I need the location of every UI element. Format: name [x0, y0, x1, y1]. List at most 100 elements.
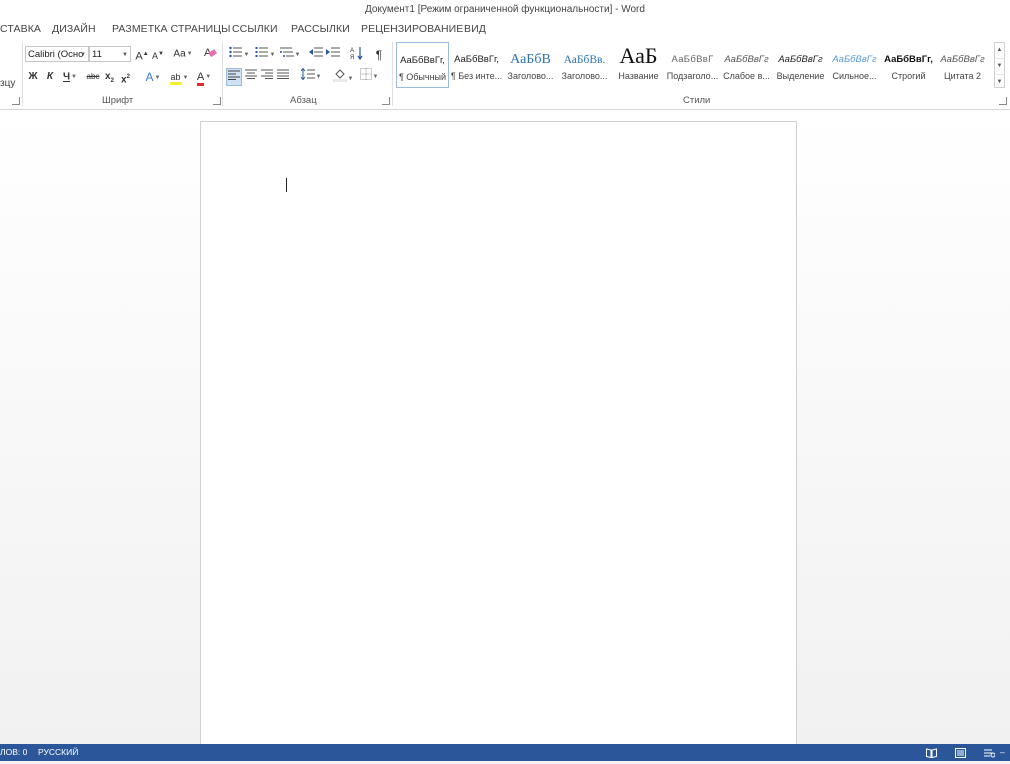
underline-button[interactable]: Ч▼ — [60, 68, 80, 86]
align-center-icon — [245, 69, 257, 79]
title-bar: Документ1 [Режим ограниченной функционал… — [0, 0, 1010, 20]
shading-button[interactable]: ▼ — [331, 68, 355, 86]
numbering-icon — [255, 47, 268, 57]
align-right-button[interactable] — [260, 68, 274, 86]
scroll-up-icon[interactable]: ▲ — [995, 43, 1004, 59]
bullets-icon — [228, 46, 242, 58]
multilevel-list-button[interactable]: ▼ — [279, 46, 301, 64]
style-strong[interactable]: АаБбВвГг, Строгий — [882, 42, 935, 88]
style-name: Заголово... — [507, 71, 554, 81]
tab-mailings[interactable]: РАССЫЛКИ — [291, 20, 350, 38]
style-sample: АаБбВв. — [563, 54, 606, 66]
line-spacing-button[interactable]: ▼ — [300, 67, 322, 86]
chevron-down-icon: ▼ — [315, 74, 322, 81]
paint-bucket-icon — [332, 69, 347, 83]
subscript-button[interactable]: x2 — [103, 68, 116, 86]
justify-button[interactable] — [276, 68, 290, 86]
separator — [222, 42, 223, 106]
scroll-down-icon[interactable]: ▼ — [995, 59, 1004, 75]
style-heading-2[interactable]: АаБбВв. Заголово... — [558, 42, 611, 88]
styles-dialog-launcher[interactable] — [999, 97, 1007, 105]
style-name: ¶ Обычный — [398, 72, 447, 82]
superscript-mark: 2 — [126, 74, 130, 80]
style-name: Слабое в... — [723, 71, 770, 81]
print-layout-icon[interactable] — [955, 747, 966, 758]
web-layout-icon[interactable] — [984, 747, 996, 758]
chevron-down-icon: ▼ — [269, 52, 276, 59]
increase-indent-icon — [326, 47, 340, 57]
align-center-button[interactable] — [244, 68, 258, 86]
document-page[interactable] — [200, 121, 797, 746]
style-subtitle[interactable]: АаБбВвГ Подзаголо... — [666, 42, 719, 88]
separator — [392, 42, 393, 106]
sort-icon: A Я — [350, 47, 363, 61]
style-normal[interactable]: АаБбВвГг, ¶ Обычный — [396, 42, 449, 88]
style-sample: АаБбВвГг, — [884, 54, 933, 65]
read-mode-icon[interactable] — [926, 747, 937, 759]
style-sample: АаБбВ — [510, 52, 551, 67]
style-no-spacing[interactable]: АаБбВвГг, ¶ Без инте... — [450, 42, 503, 88]
language-indicator[interactable]: РУССКИЙ — [38, 744, 78, 761]
style-title[interactable]: АаБ Название — [612, 42, 665, 88]
chevron-down-icon: ▼ — [122, 52, 128, 58]
underline-label: Ч — [63, 71, 71, 83]
line-spacing-icon — [300, 67, 315, 81]
strikethrough-button[interactable]: abc — [85, 68, 101, 86]
chevron-down-icon: ▼ — [186, 51, 193, 57]
shrink-font-button[interactable]: A▼ — [151, 45, 165, 63]
chevron-down-icon: ▼ — [372, 74, 379, 81]
align-left-button[interactable] — [226, 68, 242, 86]
font-dialog-launcher[interactable] — [213, 97, 221, 105]
tab-design[interactable]: ДИЗАЙН — [52, 20, 96, 38]
text-cursor — [286, 178, 287, 192]
style-intense-emphasis[interactable]: АаБбВвГг Сильное... — [828, 42, 881, 88]
ribbon-tabs: СТАВКА ДИЗАЙН РАЗМЕТКА СТРАНИЦЫ ССЫЛКИ Р… — [0, 20, 1010, 38]
text-effects-button[interactable]: A▼ — [142, 68, 164, 86]
show-formatting-marks-button[interactable]: ¶ — [372, 46, 386, 64]
style-name: Заголово... — [561, 71, 608, 81]
increase-indent-button[interactable] — [326, 46, 340, 64]
superscript-button[interactable]: x2 — [119, 68, 132, 86]
bullets-button[interactable]: ▼ — [228, 46, 250, 64]
chevron-down-icon: ▼ — [347, 76, 354, 83]
tab-view[interactable]: ВИД — [464, 20, 486, 38]
tab-insert[interactable]: СТАВКА — [0, 20, 41, 38]
font-name-combo[interactable]: Calibri (Осно ▼ — [25, 46, 89, 62]
font-color-button[interactable]: A▼ — [193, 68, 215, 86]
italic-button[interactable]: К — [44, 68, 56, 86]
word-count[interactable]: ЛОВ: 0 — [0, 744, 27, 761]
decrease-indent-button[interactable] — [309, 46, 323, 64]
format-painter-label[interactable]: зцу — [0, 78, 15, 89]
bold-button[interactable]: Ж — [27, 68, 39, 86]
style-sample: АаБбВвГг, — [400, 55, 445, 66]
more-styles-icon[interactable]: ▼ — [995, 75, 1004, 90]
style-emphasis[interactable]: АаБбВвГг Выделение — [774, 42, 827, 88]
grow-font-button[interactable]: A▲ — [135, 45, 149, 63]
paragraph-dialog-launcher[interactable] — [382, 97, 390, 105]
status-bar: ЛОВ: 0 РУССКИЙ – — [0, 744, 1010, 761]
tab-review[interactable]: РЕЦЕНЗИРОВАНИЕ — [361, 20, 463, 38]
style-heading-1[interactable]: АаБбВ Заголово... — [504, 42, 557, 88]
tab-references[interactable]: ССЫЛКИ — [232, 20, 278, 38]
sort-button[interactable]: A Я — [350, 46, 364, 64]
chevron-down-icon: ▼ — [71, 74, 77, 80]
highlight-icon: ab — [169, 72, 182, 85]
highlight-color-button[interactable]: ab ▼ — [167, 68, 191, 86]
grow-font-icon: A — [135, 50, 143, 63]
change-case-button[interactable]: Aa▼ — [171, 45, 195, 63]
style-quote-2[interactable]: АаБбВвГг Цитата 2 — [936, 42, 989, 88]
align-left-icon — [228, 70, 240, 80]
style-sample: АаБ — [619, 43, 658, 68]
numbering-button[interactable]: ▼ — [254, 46, 276, 64]
zoom-minus-icon[interactable]: – — [1000, 744, 1005, 761]
font-size-combo[interactable]: 11 ▼ — [89, 46, 131, 62]
style-sample: АаБбВвГг — [832, 54, 877, 65]
clear-formatting-button[interactable]: A — [202, 45, 218, 63]
style-subtle-emphasis[interactable]: АаБбВвГг Слабое в... — [720, 42, 773, 88]
style-name: Название — [618, 71, 659, 81]
tab-page-layout[interactable]: РАЗМЕТКА СТРАНИЦЫ — [112, 20, 231, 38]
borders-button[interactable]: ▼ — [358, 68, 380, 86]
svg-text:A: A — [350, 48, 354, 54]
clipboard-dialog-launcher[interactable] — [12, 97, 20, 105]
clear-formatting-icon: A — [204, 47, 217, 59]
